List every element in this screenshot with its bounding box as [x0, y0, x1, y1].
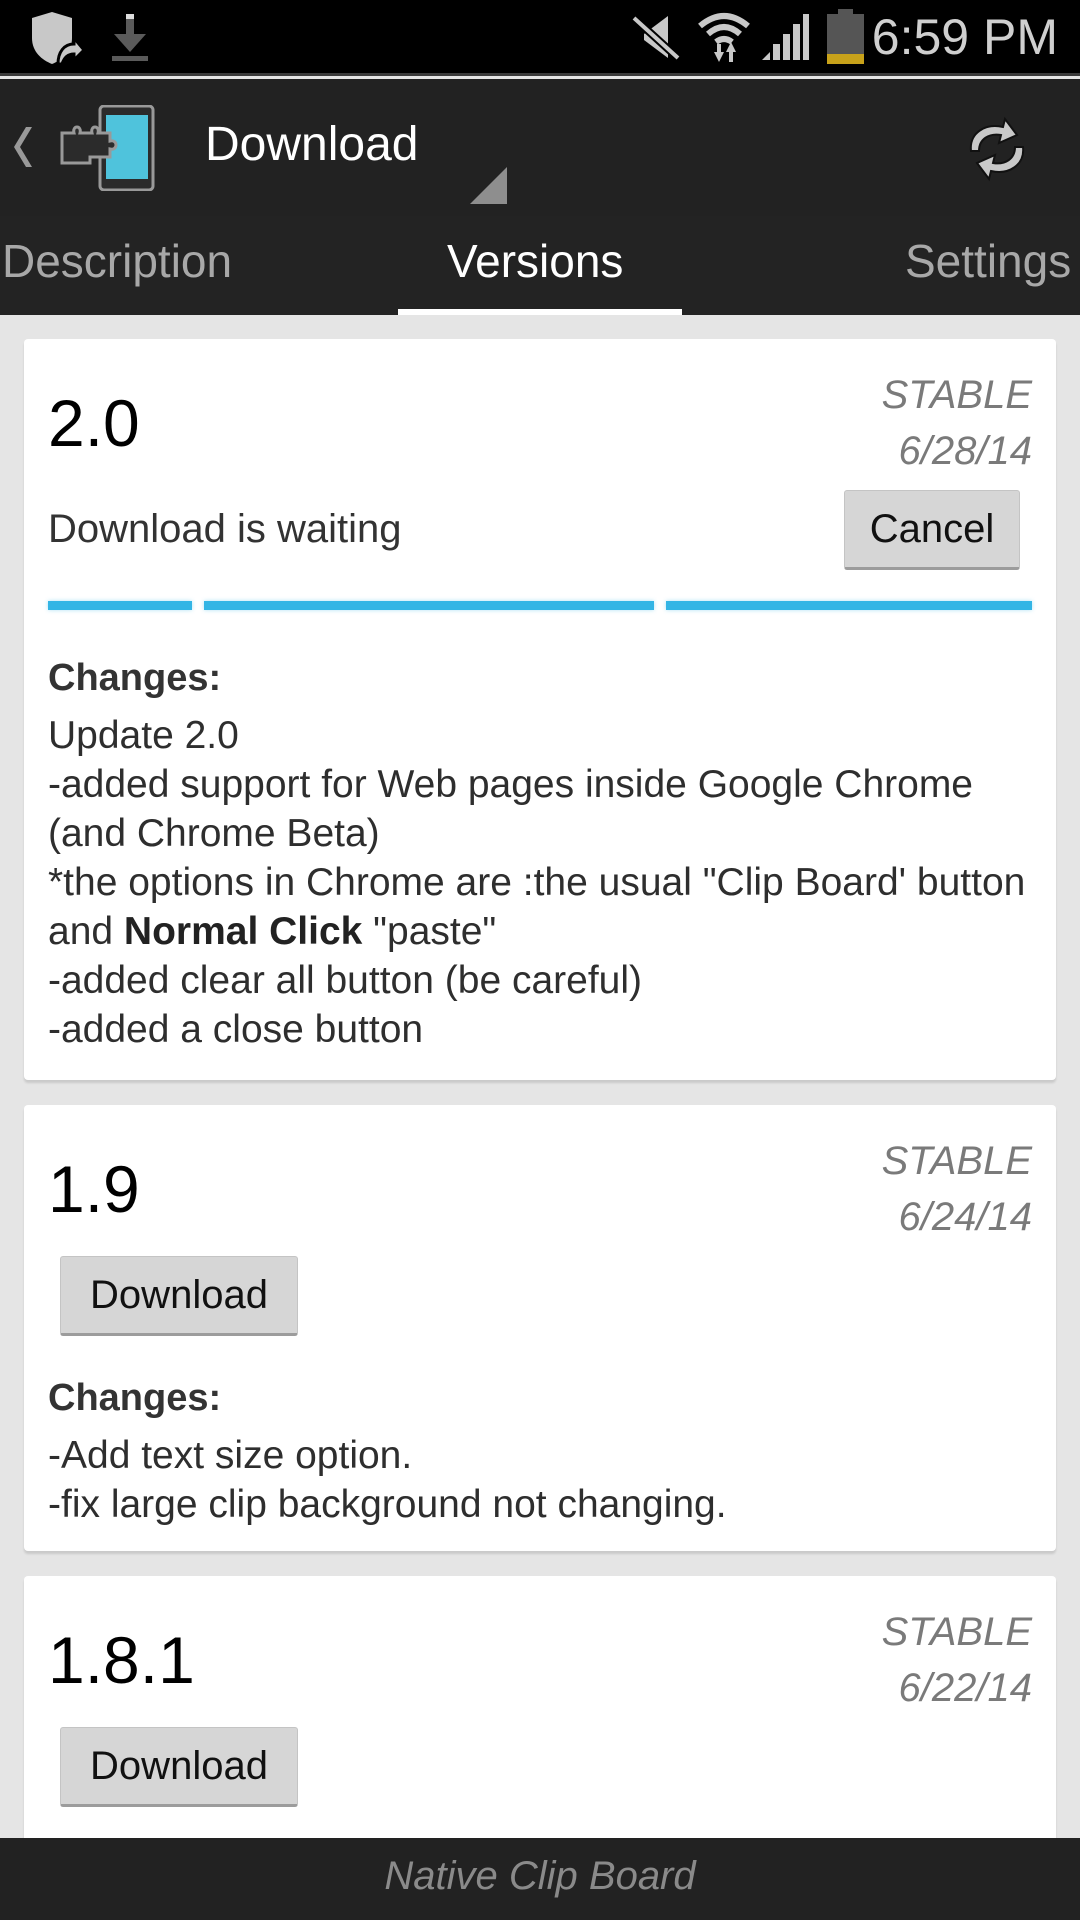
changes-list: -Add text size option. -fix large clip b… — [48, 1431, 1038, 1529]
version-card: 1.9 STABLE 6/24/14 Download Changes: -Ad… — [24, 1105, 1056, 1551]
mute-icon — [631, 15, 681, 61]
change-line: -fix large clip background not changing. — [48, 1483, 727, 1526]
release-date: 6/22/14 — [898, 1666, 1032, 1710]
changes-list: Update 2.0 -added support for Web pages … — [48, 711, 1038, 1054]
version-card: 2.0 STABLE 6/28/14 Download is waiting C… — [24, 339, 1056, 1080]
download-status: Download is waiting — [48, 507, 402, 551]
release-channel: STABLE — [881, 373, 1032, 417]
version-channel-date: STABLE 6/22/14 — [882, 1604, 1032, 1716]
versions-list[interactable]: 2.0 STABLE 6/28/14 Download is waiting C… — [0, 315, 1080, 1838]
tab-versions[interactable]: Versions — [447, 234, 623, 288]
signal-icon — [762, 14, 809, 60]
module-name: Native Clip Board — [384, 1854, 696, 1898]
download-button[interactable]: Download — [60, 1256, 298, 1336]
back-chevron-icon — [14, 127, 32, 167]
bottom-bar: Native Clip Board — [0, 1838, 1080, 1920]
refresh-icon — [969, 116, 1025, 182]
shield-sync-icon — [32, 12, 86, 66]
change-line: -added a close button — [48, 1008, 424, 1051]
change-line: -added support for Web pages inside Goog… — [48, 763, 973, 855]
change-text: "paste" — [362, 910, 497, 953]
version-channel-date: STABLE 6/28/14 — [882, 367, 1032, 479]
battery-level — [827, 54, 864, 64]
version-number: 1.9 — [48, 1152, 140, 1226]
changes-heading: Changes: — [48, 657, 222, 699]
release-channel: STABLE — [881, 1139, 1032, 1183]
battery-icon — [827, 9, 864, 64]
release-channel: STABLE — [881, 1610, 1032, 1654]
release-date: 6/24/14 — [898, 1195, 1032, 1239]
page-title[interactable]: Download — [205, 117, 418, 172]
clock: 6:59 PM — [871, 9, 1058, 65]
progress-segment — [204, 601, 654, 610]
version-card: 1.8.1 STABLE 6/22/14 Download — [24, 1576, 1056, 1838]
wifi-icon — [698, 13, 750, 62]
change-text-bold: Normal Click — [123, 910, 363, 953]
download-button[interactable]: Download — [60, 1727, 298, 1807]
changes-heading: Changes: — [48, 1377, 222, 1419]
download-progress-bar — [48, 601, 1032, 610]
dropdown-indicator-icon[interactable] — [470, 167, 507, 204]
release-date: 6/28/14 — [898, 429, 1032, 473]
change-line: -added clear all button (be careful) — [48, 959, 643, 1002]
tab-bar: Description Versions Settings — [0, 216, 1080, 315]
tab-description[interactable]: Description — [2, 234, 232, 288]
download-icon — [112, 14, 148, 61]
version-channel-date: STABLE 6/24/14 — [882, 1133, 1032, 1245]
change-line: Update 2.0 — [48, 714, 239, 757]
refresh-button[interactable] — [955, 107, 1039, 191]
tab-settings[interactable]: Settings — [905, 234, 1071, 288]
up-navigation[interactable] — [0, 79, 165, 216]
progress-segment — [666, 601, 1032, 610]
version-number: 1.8.1 — [48, 1623, 195, 1697]
app-puzzle-phone-icon — [60, 105, 155, 191]
change-line: *the options in Chrome are :the usual "C… — [48, 858, 1038, 956]
app-bar: Download — [0, 79, 1080, 216]
change-line: -Add text size option. — [48, 1434, 413, 1477]
progress-segment — [48, 601, 192, 610]
status-bar: 6:59 PM — [0, 0, 1080, 76]
cancel-button[interactable]: Cancel — [844, 490, 1020, 570]
version-number: 2.0 — [48, 386, 140, 460]
